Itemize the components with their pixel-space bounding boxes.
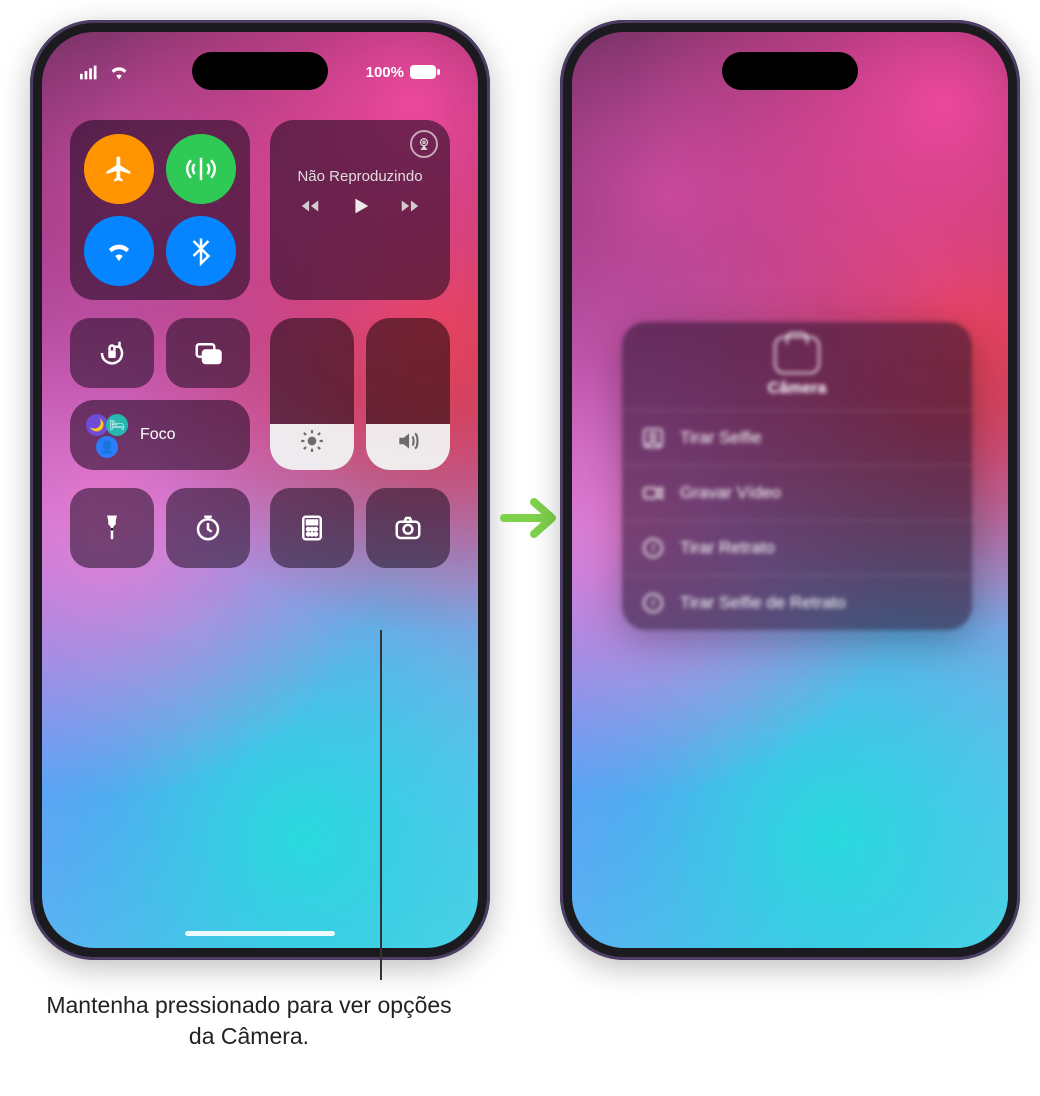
forward-icon[interactable] <box>399 195 421 223</box>
home-indicator[interactable] <box>185 931 335 936</box>
phone-right: Câmera Tirar Selfie Gravar Vídeo <box>560 20 1020 960</box>
play-icon[interactable] <box>349 195 371 223</box>
moon-icon: 🌙 <box>86 414 108 436</box>
camera-icon <box>774 336 820 374</box>
aperture-icon: f <box>640 535 666 561</box>
focus-button[interactable]: 🌙 🛏 👤 Foco <box>70 400 250 470</box>
battery-percent-label: 100% <box>366 64 404 81</box>
callout-leader-line <box>380 630 382 980</box>
airplay-icon[interactable] <box>410 130 438 158</box>
camera-option-selfie[interactable]: Tirar Selfie <box>622 411 972 465</box>
camera-option-video[interactable]: Gravar Vídeo <box>622 465 972 520</box>
cellular-data-toggle[interactable] <box>166 134 236 204</box>
camera-options-popover: Câmera Tirar Selfie Gravar Vídeo <box>622 322 972 630</box>
camera-option-label: Gravar Vídeo <box>680 483 781 503</box>
video-icon <box>640 480 666 506</box>
airplane-mode-toggle[interactable] <box>84 134 154 204</box>
camera-option-label: Tirar Selfie de Retrato <box>680 593 846 613</box>
flashlight-button[interactable] <box>70 488 154 568</box>
camera-button[interactable] <box>366 488 450 568</box>
bed-icon: 🛏 <box>106 414 128 436</box>
camera-option-portrait[interactable]: f Tirar Retrato <box>622 520 972 575</box>
connectivity-group[interactable] <box>70 120 250 300</box>
wifi-toggle[interactable] <box>84 216 154 286</box>
screen-left: 100% <box>42 32 478 948</box>
wifi-status-icon <box>108 61 130 83</box>
aperture-icon: f <box>640 590 666 616</box>
orientation-lock-button[interactable] <box>70 318 154 388</box>
camera-option-label: Tirar Selfie <box>680 428 762 448</box>
screen-right: Câmera Tirar Selfie Gravar Vídeo <box>572 32 1008 948</box>
cellular-signal-icon <box>80 61 102 83</box>
svg-text:f: f <box>651 598 655 610</box>
bluetooth-toggle[interactable] <box>166 216 236 286</box>
now-playing-tile[interactable]: Não Reproduzindo <box>270 120 450 300</box>
person-icon: 👤 <box>96 436 118 458</box>
callout-text: Mantenha pressionado para ver opções da … <box>34 990 464 1052</box>
now-playing-title: Não Reproduzindo <box>286 168 434 185</box>
focus-label: Foco <box>140 426 176 444</box>
volume-slider[interactable] <box>366 318 450 470</box>
svg-text:f: f <box>651 543 655 555</box>
calculator-button[interactable] <box>270 488 354 568</box>
focus-icons: 🌙 🛏 👤 <box>84 412 130 458</box>
arrow-right-icon <box>500 490 556 546</box>
camera-option-portrait-selfie[interactable]: f Tirar Selfie de Retrato <box>622 575 972 630</box>
camera-option-label: Tirar Retrato <box>680 538 775 558</box>
person-square-icon <box>640 425 666 451</box>
timer-button[interactable] <box>166 488 250 568</box>
brightness-icon <box>270 428 354 454</box>
volume-icon <box>366 428 450 454</box>
battery-icon <box>410 65 440 79</box>
brightness-slider[interactable] <box>270 318 354 470</box>
phone-left: 100% <box>30 20 490 960</box>
dynamic-island <box>722 52 858 90</box>
rewind-icon[interactable] <box>299 195 321 223</box>
dynamic-island <box>192 52 328 90</box>
camera-menu-title: Câmera <box>622 380 972 398</box>
screen-mirroring-button[interactable] <box>166 318 250 388</box>
